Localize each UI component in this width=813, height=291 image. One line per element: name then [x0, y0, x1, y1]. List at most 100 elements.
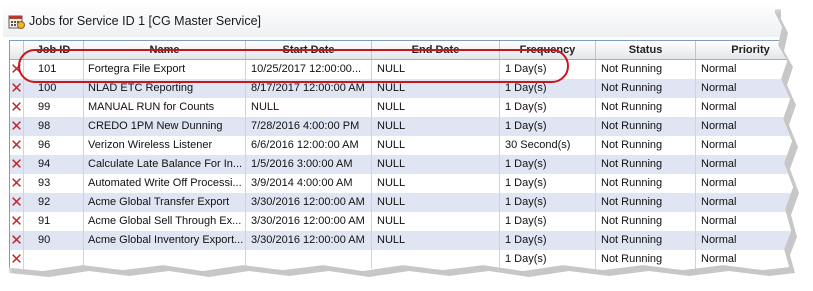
- job-id-header[interactable]: Job ID: [24, 41, 84, 59]
- job-id-cell: 92: [24, 193, 84, 212]
- end-date-cell: NULL: [372, 212, 500, 231]
- frequency-cell: 1 Day(s): [500, 193, 596, 212]
- status-cell: Not Running: [596, 155, 696, 174]
- grid-header: Job ID Name Start Date End Date Frequency Sta…: [10, 41, 801, 60]
- frequency-cell: 1 Day(s): [500, 155, 596, 174]
- start-date-cell: NULL: [246, 98, 372, 117]
- status-cell: Not Running: [596, 174, 696, 193]
- start-date-cell: 10/25/2017 12:00:00...: [246, 60, 372, 79]
- red-x-icon: ✕: [10, 175, 23, 192]
- red-x-icon: ✕: [10, 232, 23, 249]
- jobs-grid: Job ID Name Start Date End Date Frequency Sta…: [9, 40, 801, 285]
- job-id-cell: 98: [24, 117, 84, 136]
- red-x-icon: ✕: [10, 80, 23, 97]
- frequency-cell: 1 Day(s): [500, 117, 596, 136]
- start-date-cell: 3/30/2016 12:00:00 AM: [246, 231, 372, 250]
- frequency-cell: 1 Day(s): [500, 60, 596, 79]
- name-cell: NLAD ETC Reporting: [84, 79, 246, 98]
- job-id-cell: 96: [24, 136, 84, 155]
- job-id-cell: 94: [24, 155, 84, 174]
- name-cell: Acme Global Transfer Export: [84, 193, 246, 212]
- job-id-cell: 93: [24, 174, 84, 193]
- end-date-header[interactable]: End Date: [372, 41, 500, 59]
- icon-col-header[interactable]: [10, 41, 24, 59]
- job-id-cell: 101: [24, 60, 84, 79]
- name-cell: Acme Global Sell Through Ex...: [84, 212, 246, 231]
- table-row[interactable]: ✕ 98 CREDO 1PM New Dunning 7/28/2016 4:00:0…: [10, 117, 801, 136]
- start-date-cell: 6/6/2016 12:00:00 AM: [246, 136, 372, 155]
- end-date-cell: NULL: [372, 193, 500, 212]
- priority-cell: Normal: [696, 212, 801, 231]
- name-cell: Fortegra File Export: [84, 60, 246, 79]
- red-x-icon: ✕: [10, 118, 23, 135]
- start-date-cell: 3/30/2016 12:00:00 AM: [246, 193, 372, 212]
- start-date-header[interactable]: Start Date: [246, 41, 372, 59]
- end-date-cell: NULL: [372, 136, 500, 155]
- red-x-icon: ✕: [10, 137, 23, 154]
- red-x-icon: ✕: [10, 99, 23, 116]
- end-date-cell: NULL: [372, 155, 500, 174]
- end-date-cell: NULL: [372, 117, 500, 136]
- start-date-cell: 7/28/2016 4:00:00 PM: [246, 117, 372, 136]
- end-date-cell: NULL: [372, 98, 500, 117]
- status-cell: Not Running: [596, 60, 696, 79]
- end-date-cell: NULL: [372, 79, 500, 98]
- status-cell: Not Running: [596, 98, 696, 117]
- frequency-cell: 30 Second(s): [500, 136, 596, 155]
- job-id-cell: 99: [24, 98, 84, 117]
- job-id-cell: [24, 250, 84, 269]
- start-date-cell: 8/17/2017 12:00:00 AM: [246, 79, 372, 98]
- status-cell: Not Running: [596, 231, 696, 250]
- status-cell: Not Running: [596, 136, 696, 155]
- frequency-cell: 1 Day(s): [500, 231, 596, 250]
- table-row[interactable]: ✕ 94 Calculate Late Balance For In... 1/5/2…: [10, 155, 801, 174]
- table-row[interactable]: ✕ 90 Acme Global Inventory Export... 3/30/2…: [10, 231, 801, 250]
- jobs-window: Jobs for Service ID 1 [CG Master Service…: [3, 3, 803, 283]
- status-cell: Not Running: [596, 117, 696, 136]
- frequency-header[interactable]: Frequency: [500, 41, 596, 59]
- start-date-cell: 3/9/2014 4:00:00 AM: [246, 174, 372, 193]
- name-cell: Acme Global Inventory Export...: [84, 231, 246, 250]
- job-id-cell: 91: [24, 212, 84, 231]
- frequency-cell: 1 Day(s): [500, 174, 596, 193]
- job-id-cell: 100: [24, 79, 84, 98]
- window-title: Jobs for Service ID 1 [CG Master Service…: [29, 14, 262, 28]
- red-x-icon: ✕: [10, 194, 23, 211]
- frequency-cell: 1 Day(s): [500, 250, 596, 269]
- red-x-icon: ✕: [10, 213, 23, 230]
- priority-cell: Normal: [696, 174, 801, 193]
- name-header[interactable]: Name: [84, 41, 246, 59]
- name-cell: CREDO 1PM New Dunning: [84, 117, 246, 136]
- frequency-cell: 1 Day(s): [500, 98, 596, 117]
- table-row[interactable]: ✕ 100 NLAD ETC Reporting 8/17/2017 12:00:00…: [10, 79, 801, 98]
- table-row[interactable]: ✕ 99 MANUAL RUN for Counts NULL NULL 1 Day(s)…: [10, 98, 801, 117]
- frequency-cell: 1 Day(s): [500, 212, 596, 231]
- red-x-icon: ✕: [10, 61, 23, 78]
- frequency-cell: 1 Day(s): [500, 79, 596, 98]
- name-cell: Verizon Wireless Listener: [84, 136, 246, 155]
- start-date-cell: 3/30/2016 12:00:00 AM: [246, 212, 372, 231]
- status-cell: Not Running: [596, 193, 696, 212]
- status-cell: Not Running: [596, 212, 696, 231]
- end-date-cell: NULL: [372, 174, 500, 193]
- table-row[interactable]: ✕ 92 Acme Global Transfer Export 3/30/2016 …: [10, 193, 801, 212]
- calendar-app-icon: [8, 13, 25, 30]
- title-bar: Jobs for Service ID 1 [CG Master Service…: [3, 3, 803, 37]
- name-cell: Automated Write Off Processi...: [84, 174, 246, 193]
- job-id-cell: 90: [24, 231, 84, 250]
- table-row[interactable]: ✕ 93 Automated Write Off Processi... 3/9/20…: [10, 174, 801, 193]
- end-date-cell: NULL: [372, 60, 500, 79]
- priority-cell: Normal: [696, 136, 801, 155]
- start-date-cell: [246, 250, 372, 269]
- status-header[interactable]: Status: [596, 41, 696, 59]
- name-cell: Calculate Late Balance For In...: [84, 155, 246, 174]
- table-row[interactable]: ✕ 101 Fortegra File Export 10/25/2017 12:00…: [10, 60, 801, 79]
- status-cell: Not Running: [596, 79, 696, 98]
- name-cell: MANUAL RUN for Counts: [84, 98, 246, 117]
- table-row[interactable]: ✕ 91 Acme Global Sell Through Ex... 3/30/20…: [10, 212, 801, 231]
- table-row[interactable]: ✕ 96 Verizon Wireless Listener 6/6/2016 12:…: [10, 136, 801, 155]
- red-x-icon: ✕: [10, 251, 23, 268]
- start-date-cell: 1/5/2016 3:00:00 AM: [246, 155, 372, 174]
- red-x-icon: ✕: [10, 156, 23, 173]
- end-date-cell: NULL: [372, 231, 500, 250]
